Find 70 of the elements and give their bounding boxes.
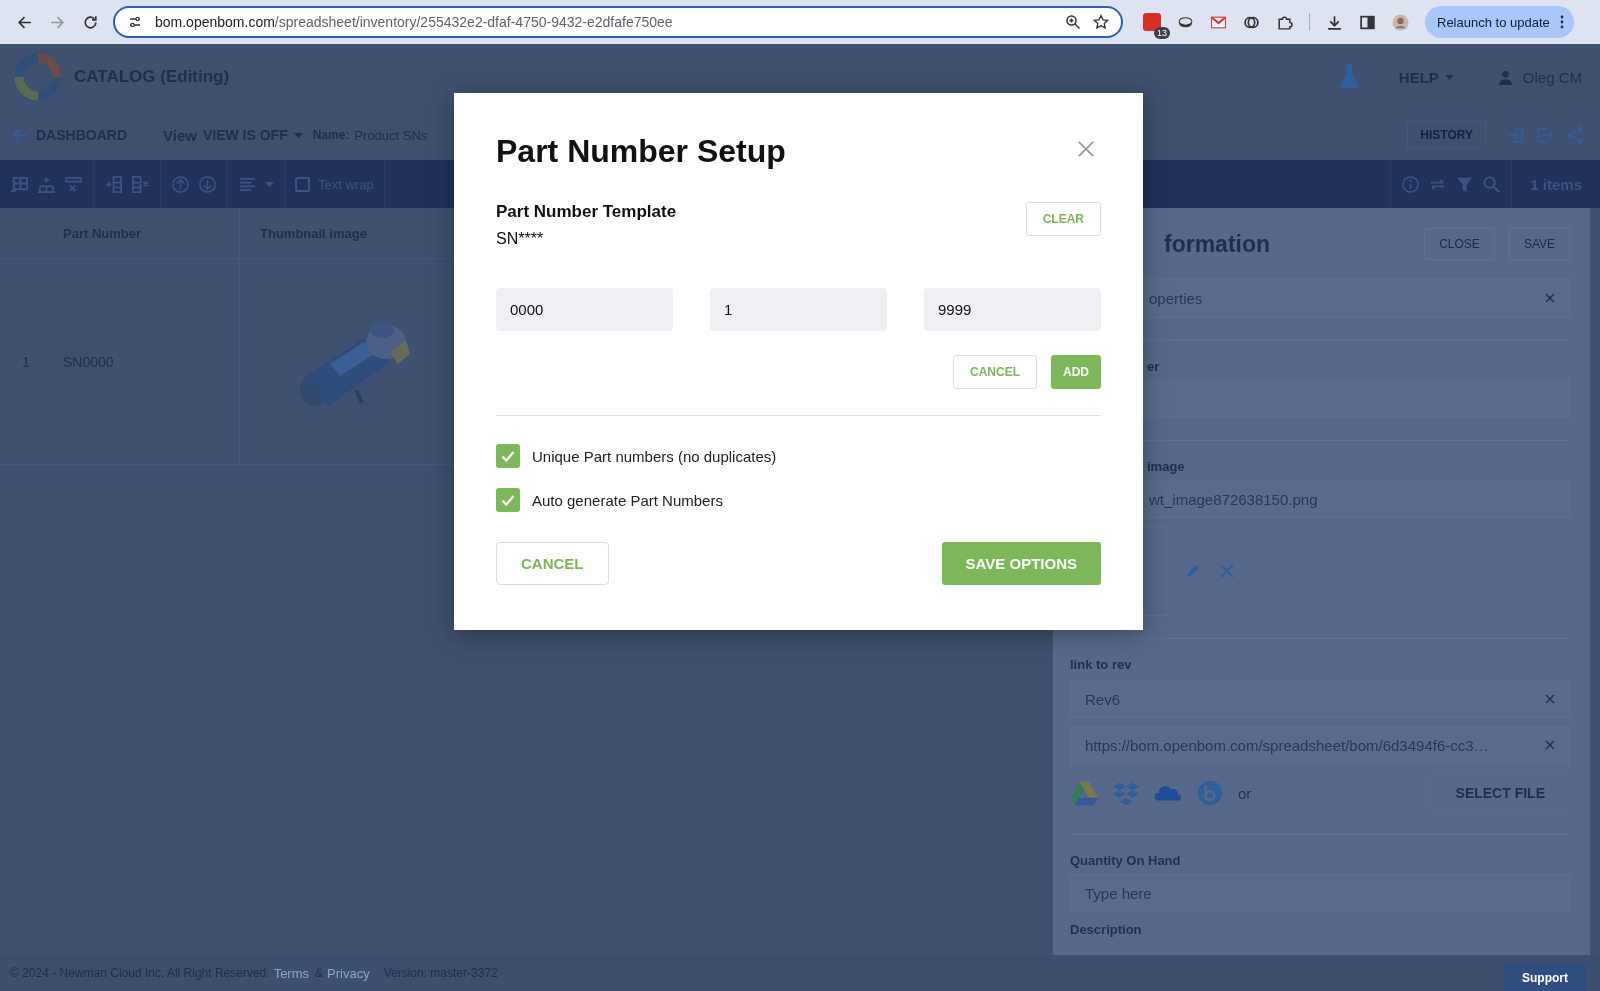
logo-icon[interactable] xyxy=(14,53,62,101)
more-icon xyxy=(1559,15,1564,29)
dropbox-icon[interactable] xyxy=(1112,780,1140,806)
relaunch-button[interactable]: Relaunch to update xyxy=(1425,6,1574,38)
address-bar[interactable]: bom.openbom.com/spreadsheet/inventory/255432e2-dfaf-4750-9432-e2dfafe750ee xyxy=(113,6,1123,38)
puzzle-icon[interactable] xyxy=(1276,13,1293,31)
info-icon[interactable] xyxy=(1401,174,1421,194)
b-logo-icon[interactable] xyxy=(1196,780,1224,806)
add-button[interactable]: ADD xyxy=(1051,355,1101,389)
remove-icon xyxy=(1545,740,1555,750)
back-arrow-icon[interactable] xyxy=(12,127,28,143)
close-icon[interactable] xyxy=(1219,563,1235,579)
field-label: Description xyxy=(1070,922,1143,937)
cancel-button[interactable]: CANCEL xyxy=(953,355,1037,389)
save-button[interactable]: SAVE xyxy=(1508,228,1570,260)
add-row-icon[interactable] xyxy=(10,174,29,194)
close-button[interactable]: CLOSE xyxy=(1424,228,1495,260)
terms-link[interactable]: Terms xyxy=(273,965,310,981)
input-field[interactable]: 0000 xyxy=(496,288,673,331)
text-wrap-checkbox[interactable] xyxy=(295,176,310,192)
pencil-icon[interactable] xyxy=(1185,563,1201,579)
user-icon xyxy=(1497,69,1513,85)
field-label: image xyxy=(1147,459,1186,474)
share-icon[interactable] xyxy=(1566,126,1584,144)
sidebar-icon[interactable] xyxy=(1359,13,1376,31)
caret-icon xyxy=(1444,74,1454,80)
support-button[interactable]: Support xyxy=(1504,964,1586,991)
cancel-button[interactable]: CANCEL xyxy=(496,542,609,585)
calendar-icon[interactable] xyxy=(1143,13,1161,31)
reload-icon[interactable] xyxy=(82,13,99,31)
clear-icon xyxy=(1545,293,1555,303)
add-column-icon[interactable] xyxy=(104,174,123,194)
import-icon[interactable] xyxy=(1506,126,1524,144)
caret-icon xyxy=(293,132,303,138)
or-text: or xyxy=(1238,784,1252,802)
dialog-title: Part Number Setup xyxy=(496,133,786,170)
checkbox[interactable] xyxy=(496,444,520,468)
drive-icon[interactable] xyxy=(1070,780,1098,806)
save-options-button[interactable]: SAVE OPTIONS xyxy=(941,542,1101,585)
field-label: Quantity On Hand xyxy=(1070,853,1182,868)
arrow-down-icon[interactable] xyxy=(198,174,217,194)
input-field[interactable]: 9999 xyxy=(924,288,1101,331)
remove-rows-icon[interactable] xyxy=(64,174,83,194)
privacy-link[interactable]: Privacy xyxy=(327,965,370,981)
ampersand-text: & xyxy=(315,966,324,980)
delete-column-icon[interactable] xyxy=(131,174,150,194)
zoom-icon[interactable] xyxy=(1065,14,1081,30)
checkbox[interactable] xyxy=(496,488,520,512)
search-icon[interactable] xyxy=(1482,174,1502,194)
avatar-icon[interactable] xyxy=(1392,13,1409,31)
field-label: er xyxy=(1147,359,1161,374)
download-icon[interactable] xyxy=(1326,13,1343,31)
arrow-up-icon[interactable] xyxy=(171,174,190,194)
caret-icon[interactable] xyxy=(265,181,274,187)
panel-title: formation xyxy=(1164,230,1271,258)
tune-icon xyxy=(127,14,143,30)
field-label: link to rev xyxy=(1070,657,1133,672)
checkbox-label: Unique Part numbers (no duplicates) xyxy=(532,447,777,465)
close-icon[interactable] xyxy=(1077,139,1095,158)
export-icon[interactable] xyxy=(1536,126,1554,144)
url-text: bom.openbom.com/spreadsheet/inventory/255432e2-dfaf-4750-9432-e2dfafe750ee xyxy=(155,14,673,30)
star-icon[interactable] xyxy=(1093,14,1109,30)
checkbox-label: Auto generate Part Numbers xyxy=(532,491,723,509)
template-value: SN**** xyxy=(496,230,545,248)
notification-badge: 13 xyxy=(1154,27,1170,39)
hierarchy-icon[interactable] xyxy=(37,174,56,194)
remove-icon xyxy=(1545,694,1555,704)
template-label: Part Number Template xyxy=(496,202,678,222)
input-field[interactable]: 1 xyxy=(710,288,887,331)
clear-button[interactable]: CLEAR xyxy=(1025,202,1101,236)
